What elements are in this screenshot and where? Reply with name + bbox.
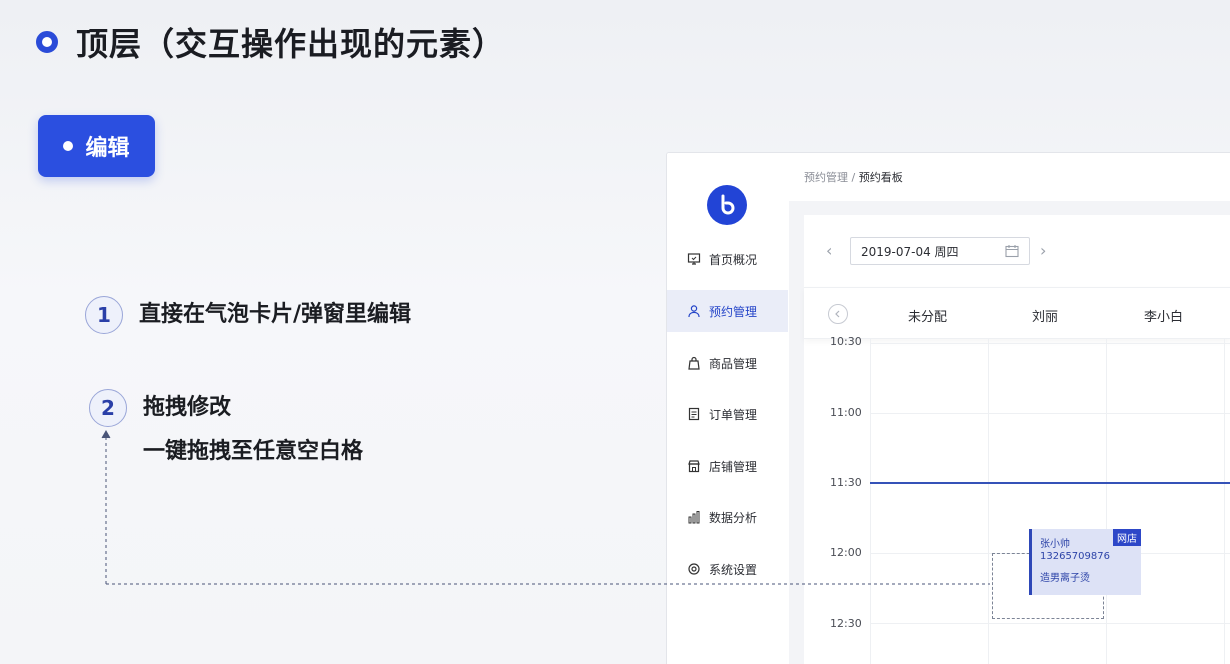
time-label: 12:30 <box>830 617 862 630</box>
sidebar-item-appointments[interactable]: 预约管理 <box>667 290 788 332</box>
sidebar-item-label: 商品管理 <box>709 356 758 371</box>
appointment-card[interactable]: 网店 张小帅 13265709876 造男离子烫 <box>1029 529 1141 595</box>
title-text: 顶层（交互操作出现的元素） <box>76 25 506 63</box>
appointment-service: 造男离子烫 <box>1040 573 1090 584</box>
appointment-board: ‹ 2019-07-04 周四 › 未分配 刘丽 李小白 10:30 11:00… <box>804 215 1230 664</box>
point-number: 2 <box>89 389 127 427</box>
date-value: 2019-07-04 周四 <box>861 244 959 259</box>
appointment-name: 张小帅 <box>1040 539 1070 550</box>
calendar-icon <box>1005 245 1019 258</box>
date-picker[interactable]: 2019-07-04 周四 <box>850 237 1030 265</box>
sidebar-item-label: 店铺管理 <box>709 459 758 474</box>
sidebar: 首页概况 预约管理 商品管理 订单管理 店铺管理 数据分析 系统设置 <box>667 153 789 664</box>
grid-divider <box>1224 339 1225 664</box>
point-title: 拖拽修改 <box>143 395 232 420</box>
time-label: 12:00 <box>830 546 862 559</box>
user-icon <box>688 305 700 318</box>
current-time-line <box>870 482 1230 484</box>
appointment-phone: 13265709876 <box>1040 551 1110 562</box>
prev-day-chevron-icon[interactable]: ‹ <box>826 241 832 260</box>
monitor-icon <box>687 253 701 265</box>
breadcrumb-separator: / <box>851 171 856 184</box>
point-2: 2 拖拽修改 一键拖拽至任意空白格 <box>89 389 363 465</box>
staff-header-row: 未分配 刘丽 李小白 <box>804 287 1230 339</box>
time-label: 11:30 <box>830 476 862 489</box>
bag-icon <box>688 356 700 370</box>
sidebar-item-stores[interactable]: 店铺管理 <box>667 445 788 487</box>
grid-divider <box>870 339 871 664</box>
sidebar-item-settings[interactable]: 系统设置 <box>667 548 788 590</box>
settings-icon <box>688 563 700 575</box>
date-row: ‹ 2019-07-04 周四 › <box>804 215 1230 287</box>
sidebar-item-label: 预约管理 <box>709 304 758 319</box>
breadcrumb-parent[interactable]: 预约管理 <box>804 171 848 184</box>
sidebar-item-products[interactable]: 商品管理 <box>667 342 788 384</box>
time-label: 11:00 <box>830 406 862 419</box>
grid-divider <box>988 339 989 664</box>
grid-divider <box>1106 339 1107 664</box>
back-circle-icon[interactable] <box>828 304 848 324</box>
badge-label: 编辑 <box>85 136 130 161</box>
bar-chart-icon <box>688 511 700 524</box>
appointment-tag: 网店 <box>1113 529 1141 546</box>
time-label: 10:30 <box>830 335 862 348</box>
grid-divider <box>870 623 1230 624</box>
sidebar-item-label: 数据分析 <box>709 510 758 525</box>
point-title: 直接在气泡卡片/弹窗里编辑 <box>139 302 412 327</box>
app-mockup: 首页概况 预约管理 商品管理 订单管理 店铺管理 数据分析 系统设置 预约管理 … <box>666 152 1230 664</box>
breadcrumb-current: 预约看板 <box>858 171 903 184</box>
sidebar-item-label: 系统设置 <box>709 562 758 577</box>
edit-badge: 编辑 <box>38 115 155 177</box>
point-1: 1 直接在气泡卡片/弹窗里编辑 <box>85 296 411 334</box>
sidebar-item-label: 订单管理 <box>709 407 758 422</box>
sidebar-item-analytics[interactable]: 数据分析 <box>667 496 788 538</box>
time-grid: 10:30 11:00 11:30 12:00 12:30 网店 张小帅 132… <box>804 335 1230 664</box>
next-day-chevron-icon[interactable]: › <box>1040 241 1046 260</box>
grid-divider <box>870 413 1230 414</box>
breadcrumb: 预约管理 / 预约看板 <box>804 169 903 185</box>
column-header-unassigned: 未分配 <box>908 310 948 325</box>
document-icon <box>688 407 700 421</box>
badge-dot-icon <box>63 141 74 151</box>
logo-icon[interactable] <box>707 185 747 225</box>
column-header-lixiaobai: 李小白 <box>1144 310 1184 325</box>
sidebar-item-orders[interactable]: 订单管理 <box>667 393 788 435</box>
point-number: 1 <box>85 296 123 334</box>
store-icon <box>688 460 700 473</box>
point-subtitle: 一键拖拽至任意空白格 <box>143 439 364 464</box>
title-bullet-icon <box>36 31 58 53</box>
column-header-liuli: 刘丽 <box>1032 310 1059 325</box>
slide-title: 顶层（交互操作出现的元素） <box>36 20 505 64</box>
sidebar-item-label: 首页概况 <box>709 252 758 267</box>
sidebar-item-home[interactable]: 首页概况 <box>667 238 788 280</box>
grid-divider <box>870 343 1230 344</box>
